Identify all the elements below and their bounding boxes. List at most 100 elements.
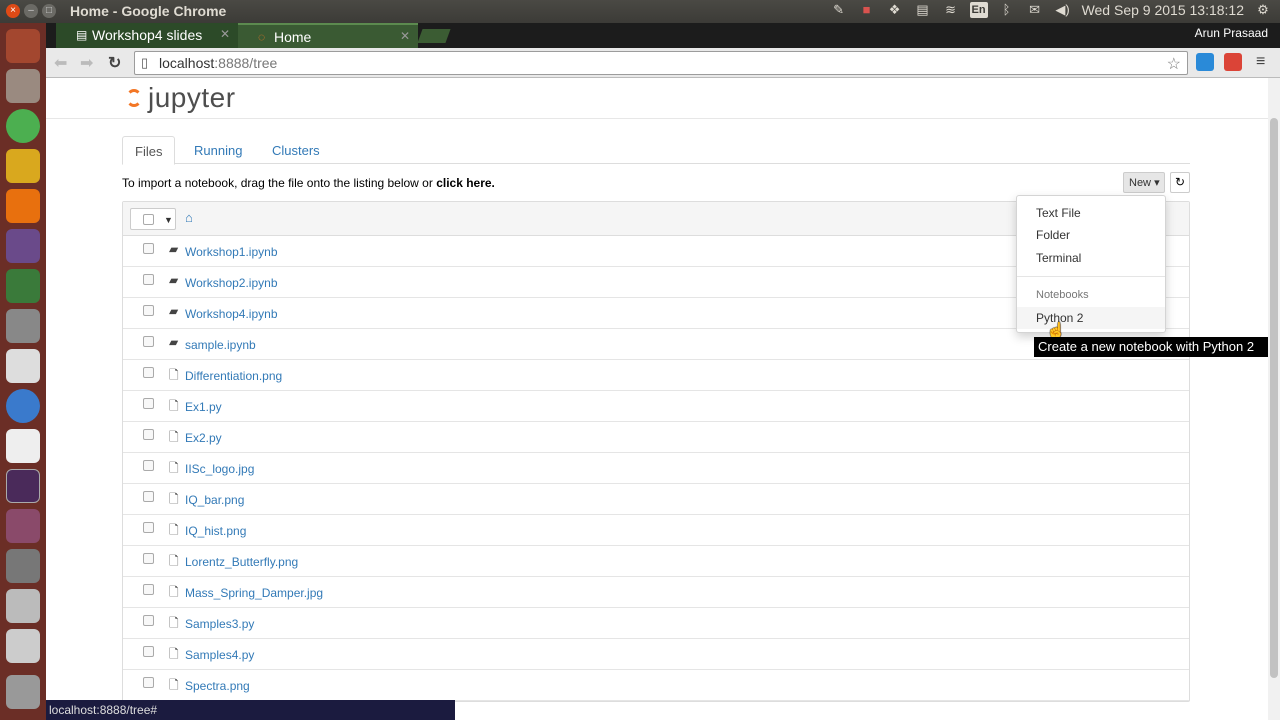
row-checkbox[interactable] (143, 584, 154, 595)
cube-icon[interactable] (6, 269, 40, 303)
back-icon[interactable]: ⬅ (54, 53, 67, 73)
row-checkbox[interactable] (143, 553, 154, 564)
row-checkbox[interactable] (143, 398, 154, 409)
row-checkbox[interactable] (143, 615, 154, 626)
cloud-extension-icon[interactable] (1196, 53, 1214, 71)
refresh-button[interactable]: ↻ (1170, 172, 1190, 193)
file-name-link[interactable]: Ex2.py (185, 431, 222, 445)
tab-files[interactable]: Files (122, 136, 176, 165)
workspace-icon[interactable] (6, 509, 40, 543)
file-name-link[interactable]: Samples3.py (185, 617, 254, 631)
page-scrollbar[interactable] (1268, 78, 1280, 720)
jupyter-logo[interactable]: jupyter (126, 82, 236, 114)
file-name-link[interactable]: Samples4.py (185, 648, 254, 662)
tab-close-icon[interactable]: ✕ (220, 27, 230, 41)
file-row[interactable]: 🗋 Differentiation.png (123, 360, 1189, 391)
usb-drive-icon[interactable] (6, 629, 40, 663)
tab-clusters[interactable]: Clusters (260, 136, 332, 165)
files-icon[interactable] (6, 69, 40, 103)
file-name-link[interactable]: Differentiation.png (185, 369, 282, 383)
clipboard-icon[interactable]: ▤ (914, 2, 932, 18)
file-row[interactable]: 🗋 Ex2.py (123, 422, 1189, 453)
wifi-icon[interactable]: ≋ (942, 2, 960, 18)
row-checkbox[interactable] (143, 522, 154, 533)
row-checkbox[interactable] (143, 460, 154, 471)
click-here-link[interactable]: click here. (436, 176, 495, 190)
dash-icon[interactable] (6, 29, 40, 63)
trash-icon[interactable] (6, 675, 40, 709)
caret-down-icon[interactable]: ▼ (164, 215, 173, 225)
row-checkbox[interactable] (143, 305, 154, 316)
bookmark-star-icon[interactable]: ☆ (1167, 54, 1181, 74)
file-row[interactable]: ▰ sample.ipynb (123, 329, 1189, 360)
volume-icon[interactable]: ◀) (1054, 2, 1072, 18)
scrollbar-thumb[interactable] (1270, 118, 1278, 678)
font-icon[interactable] (6, 349, 40, 383)
file-name-link[interactable]: IQ_bar.png (185, 493, 244, 507)
file-name-link[interactable]: Lorentz_Butterfly.png (185, 555, 298, 569)
file-name-link[interactable]: sample.ipynb (185, 338, 256, 352)
select-all-checkbox[interactable] (143, 214, 154, 225)
menu-item-python-2[interactable]: Python 2 (1017, 307, 1165, 329)
network-icon[interactable] (6, 549, 40, 583)
file-name-link[interactable]: IISc_logo.jpg (185, 462, 254, 476)
chrome-icon[interactable] (6, 109, 40, 143)
mail-icon[interactable]: ✉ (1026, 2, 1044, 18)
power-icon[interactable]: ⚙ (1254, 2, 1272, 18)
xfig-icon[interactable] (6, 429, 40, 463)
bluetooth-icon[interactable]: ᛒ (998, 2, 1016, 18)
dropbox-icon[interactable]: ❖ (886, 2, 904, 18)
file-name-link[interactable]: Workshop1.ipynb (185, 245, 278, 259)
clock[interactable]: Wed Sep 9 2015 13:18:12 (1082, 2, 1244, 18)
file-row[interactable]: 🗋 Samples4.py (123, 639, 1189, 670)
keyboard-layout-indicator[interactable]: En (969, 2, 988, 18)
address-bar[interactable]: ▯ localhost:8888/tree ☆ (134, 51, 1188, 75)
file-row[interactable]: 🗋 IQ_bar.png (123, 484, 1189, 515)
tab-workshop4-slides[interactable]: ▤ Workshop4 slides ✕ (56, 23, 238, 48)
edit-icon[interactable]: ✎ (830, 2, 848, 18)
terminal-icon[interactable] (6, 469, 40, 503)
file-name-link[interactable]: IQ_hist.png (185, 524, 246, 538)
menu-item-text-file[interactable]: Text File (1017, 202, 1165, 224)
file-row[interactable]: 🗋 IISc_logo.jpg (123, 453, 1189, 484)
window-minimize-button[interactable]: – (24, 4, 38, 18)
row-checkbox[interactable] (143, 367, 154, 378)
row-checkbox[interactable] (143, 429, 154, 440)
file-name-link[interactable]: Spectra.png (185, 679, 250, 693)
menu-item-terminal[interactable]: Terminal (1017, 247, 1165, 269)
teapot-icon[interactable] (6, 149, 40, 183)
row-checkbox[interactable] (143, 491, 154, 502)
file-row[interactable]: 🗋 Spectra.png (123, 670, 1189, 701)
new-tab-button[interactable] (417, 29, 451, 43)
media-icon[interactable] (6, 229, 40, 263)
file-row[interactable]: 🗋 Samples3.py (123, 608, 1189, 639)
reload-icon[interactable]: ↻ (108, 53, 121, 73)
file-row[interactable]: 🗋 Lorentz_Butterfly.png (123, 546, 1189, 577)
profile-name[interactable]: Arun Prasaad (1195, 26, 1268, 40)
help-icon[interactable] (6, 309, 40, 343)
row-checkbox[interactable] (143, 243, 154, 254)
tab-running[interactable]: Running (182, 136, 254, 165)
player-icon[interactable] (6, 389, 40, 423)
record-icon[interactable]: ■ (858, 2, 876, 18)
row-checkbox[interactable] (143, 646, 154, 657)
row-checkbox[interactable] (143, 336, 154, 347)
tab-close-icon[interactable]: ✕ (400, 29, 410, 43)
menu-icon[interactable]: ≡ (1256, 53, 1265, 71)
file-row[interactable]: 🗋 Mass_Spring_Damper.jpg (123, 577, 1189, 608)
vlc-icon[interactable] (6, 189, 40, 223)
file-name-link[interactable]: Workshop2.ipynb (185, 276, 278, 290)
file-row[interactable]: 🗋 IQ_hist.png (123, 515, 1189, 546)
drive-icon[interactable] (6, 589, 40, 623)
file-row[interactable]: 🗋 Ex1.py (123, 391, 1189, 422)
select-all-dropdown[interactable]: ▼ (130, 208, 176, 230)
home-icon[interactable]: ⌂ (185, 210, 193, 225)
forward-icon[interactable]: ➡ (80, 53, 93, 73)
file-name-link[interactable]: Mass_Spring_Damper.jpg (185, 586, 323, 600)
row-checkbox[interactable] (143, 274, 154, 285)
window-close-button[interactable]: × (6, 4, 20, 18)
menu-item-folder[interactable]: Folder (1017, 224, 1165, 246)
extension-icon[interactable] (1224, 53, 1242, 71)
file-name-link[interactable]: Ex1.py (185, 400, 222, 414)
row-checkbox[interactable] (143, 677, 154, 688)
